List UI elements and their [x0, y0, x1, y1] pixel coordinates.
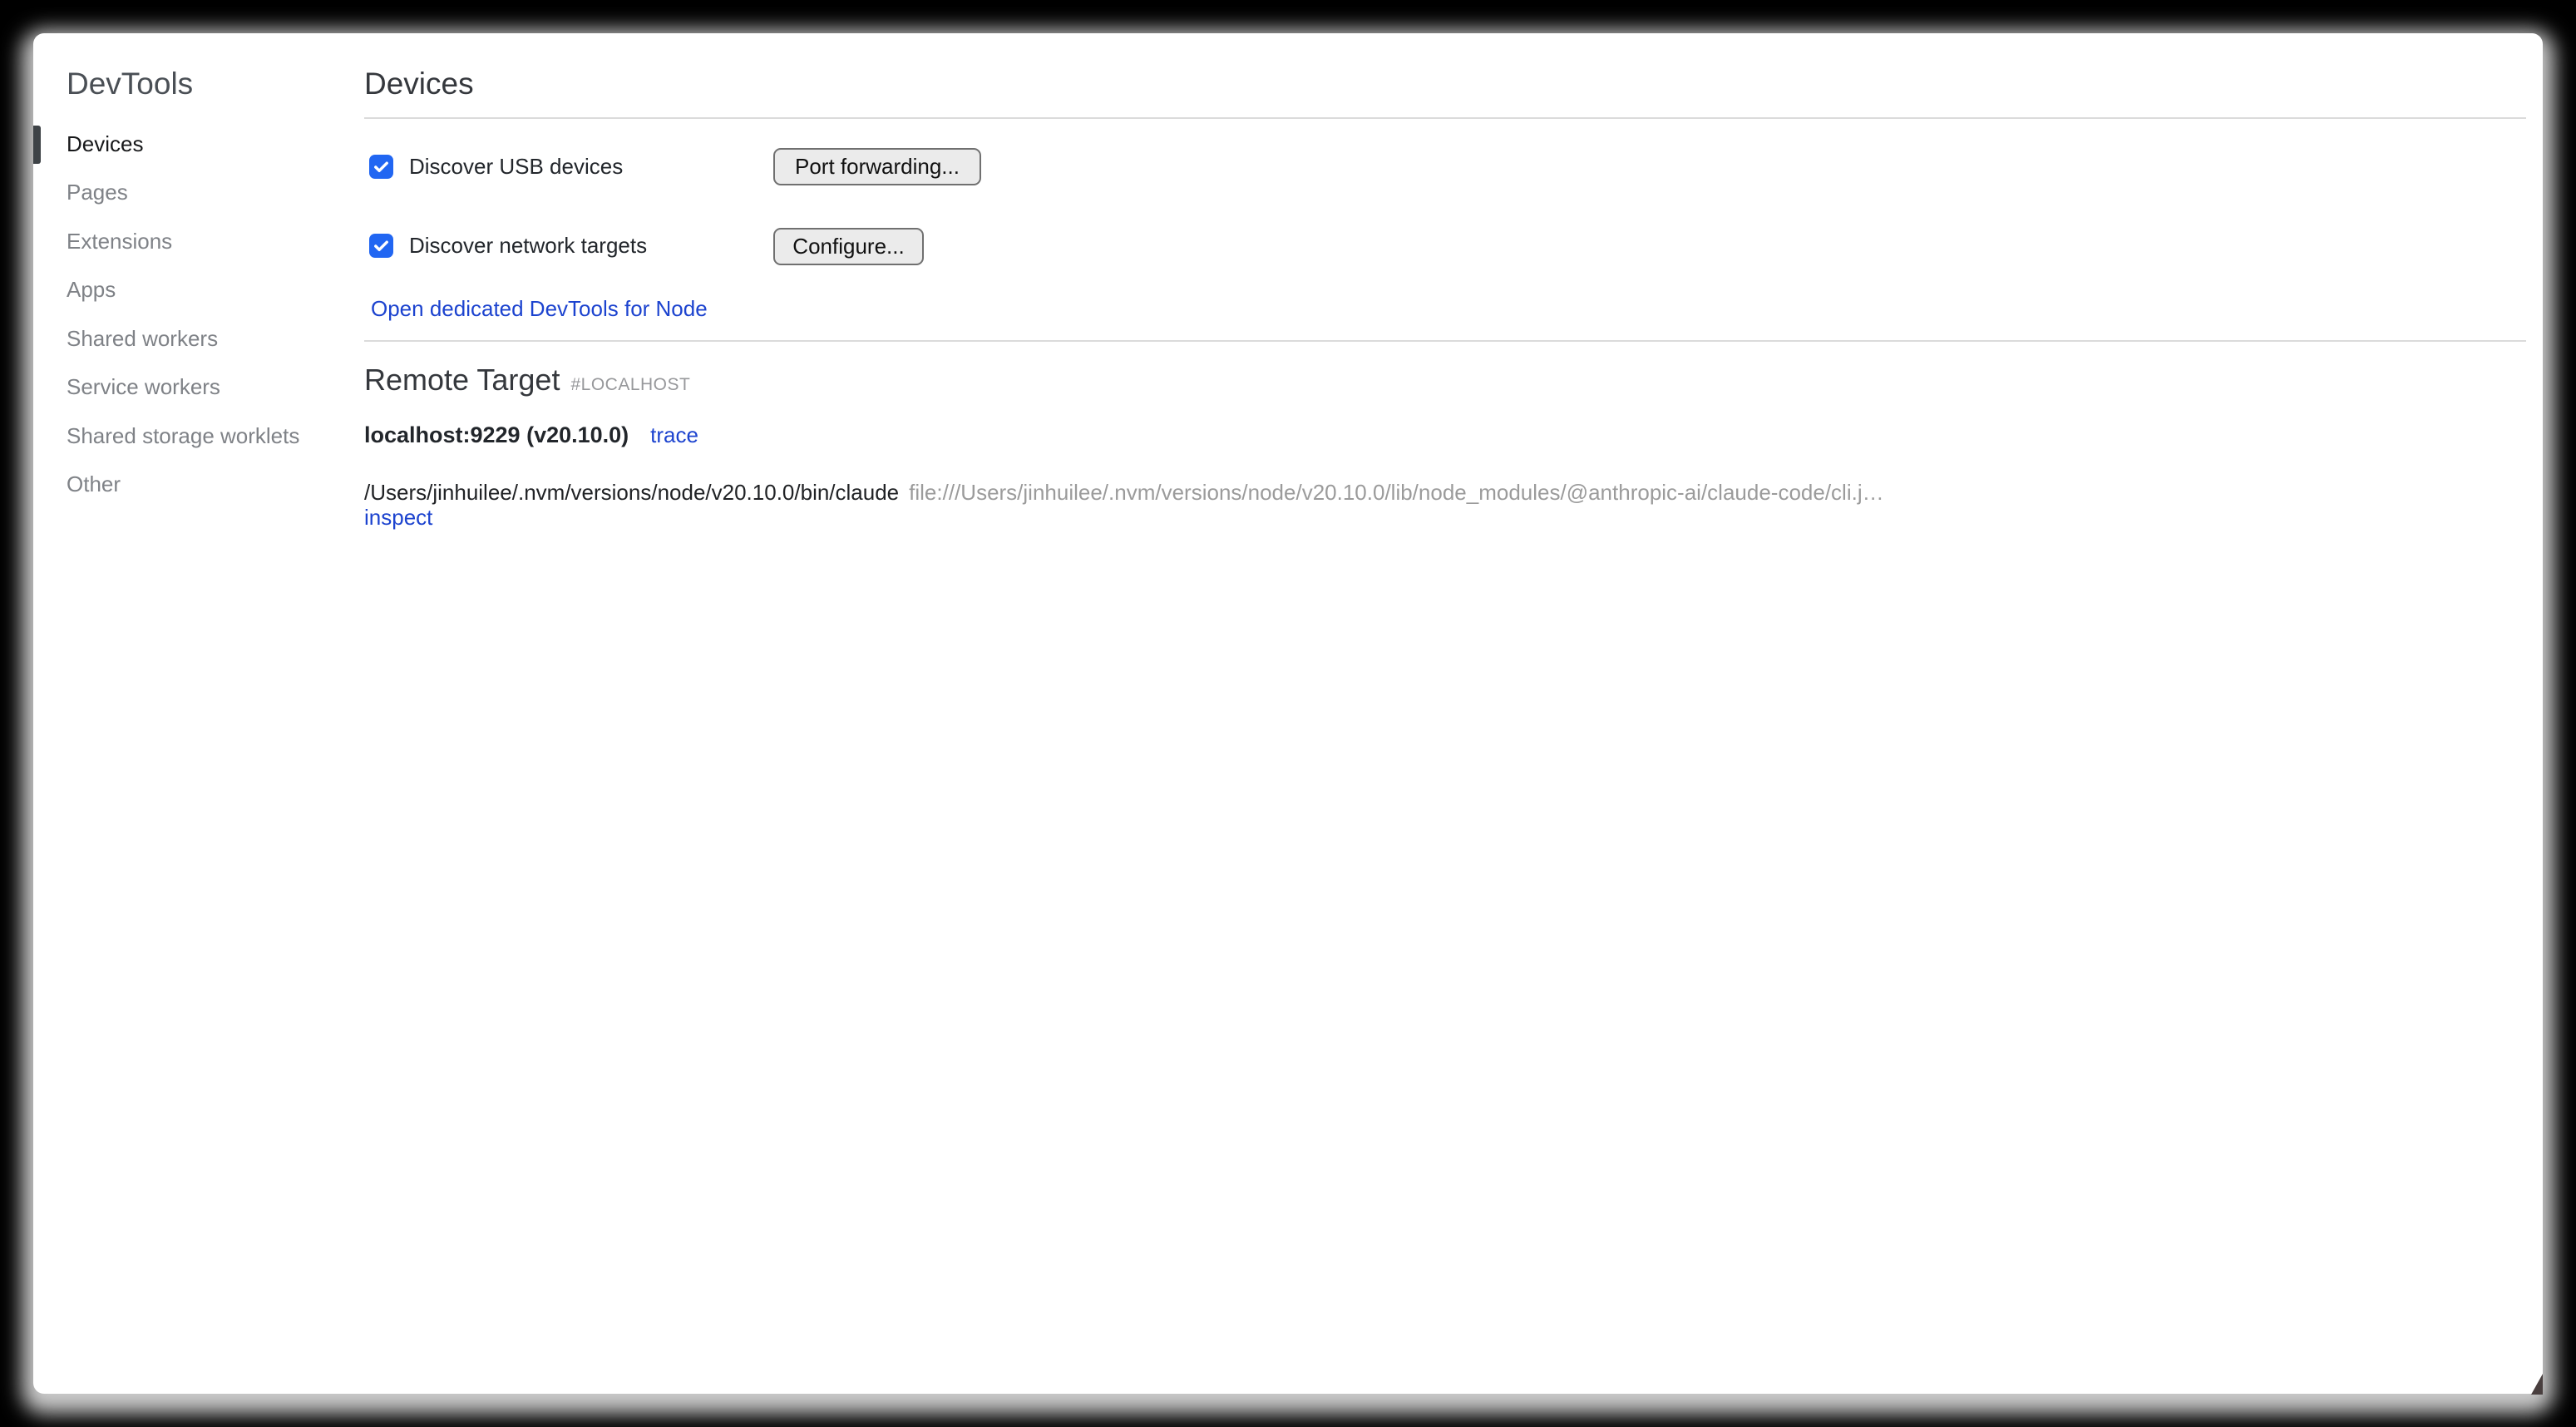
sidebar-item-extensions[interactable]: Extensions — [67, 217, 299, 266]
sidebar-selection-indicator — [33, 126, 41, 164]
sidebar-item-other[interactable]: Other — [67, 461, 299, 510]
discover-network-label: Discover network targets — [409, 233, 647, 259]
discover-network-row: Discover network targets — [369, 232, 647, 259]
sidebar-item-apps[interactable]: Apps — [67, 266, 299, 315]
sidebar-title: DevTools — [67, 65, 193, 103]
remote-target-title: Remote Target — [364, 361, 560, 398]
trace-link[interactable]: trace — [650, 422, 698, 448]
target-process-row: /Users/jinhuilee/.nvm/versions/node/v20.… — [364, 480, 1884, 505]
sidebar-item-devices[interactable]: Devices — [67, 120, 299, 169]
page-title: Devices — [364, 65, 474, 103]
discover-usb-checkbox[interactable] — [369, 155, 393, 179]
sidebar-item-shared-workers[interactable]: Shared workers — [67, 314, 299, 363]
remote-target-entry: localhost:9229 (v20.10.0) trace — [364, 422, 698, 448]
divider — [364, 340, 2526, 342]
checkmark-icon — [372, 157, 391, 176]
configure-button[interactable]: Configure... — [773, 228, 924, 265]
script-url: file:///Users/jinhuilee/.nvm/versions/no… — [909, 480, 1883, 505]
remote-target-header: Remote Target #LOCALHOST — [364, 361, 690, 398]
process-path: /Users/jinhuilee/.nvm/versions/node/v20.… — [364, 480, 899, 505]
localhost-tag: #LOCALHOST — [570, 375, 690, 395]
divider — [364, 117, 2526, 119]
port-forwarding-button[interactable]: Port forwarding... — [773, 148, 981, 185]
sidebar-item-service-workers[interactable]: Service workers — [67, 363, 299, 412]
open-node-devtools-link[interactable]: Open dedicated DevTools for Node — [371, 296, 708, 321]
inspect-link[interactable]: inspect — [364, 505, 432, 530]
sidebar-item-shared-storage-worklets[interactable]: Shared storage worklets — [67, 412, 299, 461]
discover-network-checkbox[interactable] — [369, 234, 393, 258]
checkmark-icon — [372, 236, 391, 255]
devtools-window: DevTools Devices Pages Extensions Apps S… — [33, 33, 2543, 1394]
sidebar-item-pages[interactable]: Pages — [67, 169, 299, 218]
discover-usb-row: Discover USB devices — [369, 153, 623, 180]
target-address: localhost:9229 (v20.10.0) — [364, 422, 629, 448]
sidebar-menu: Devices Pages Extensions Apps Shared wor… — [67, 120, 299, 509]
discover-usb-label: Discover USB devices — [409, 154, 623, 180]
screen-backdrop: DevTools Devices Pages Extensions Apps S… — [0, 0, 2576, 1427]
